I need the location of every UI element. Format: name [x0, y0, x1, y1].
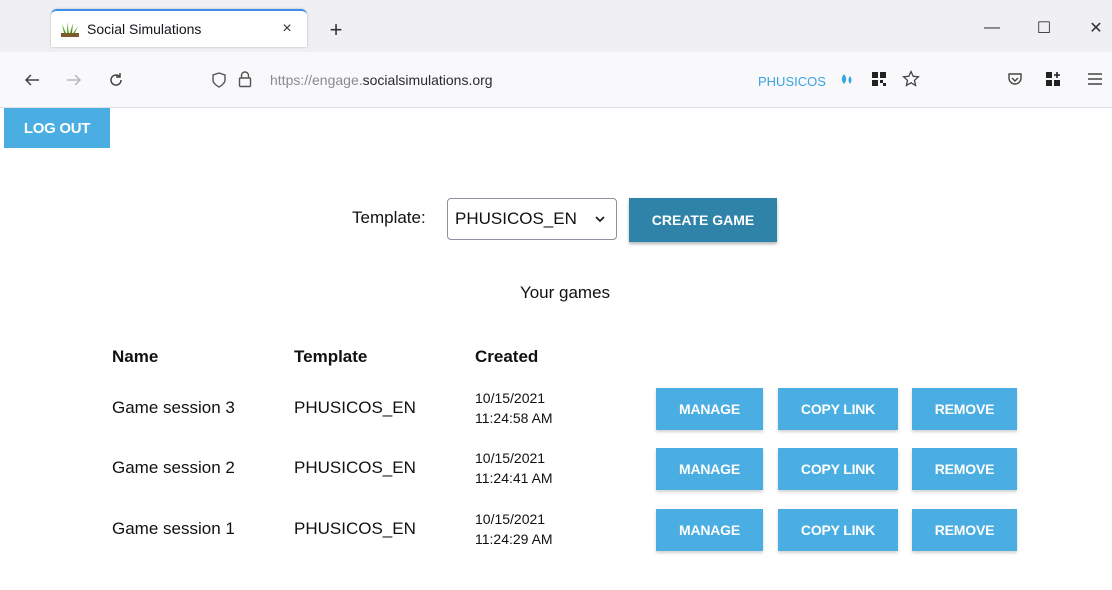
bookmark-star-icon[interactable]: [900, 68, 922, 90]
template-select[interactable]: PHUSICOS_EN: [447, 198, 617, 240]
created-date: 10/15/2021: [475, 390, 546, 406]
menu-icon[interactable]: [1084, 68, 1106, 90]
remove-button[interactable]: REMOVE: [912, 448, 1017, 490]
minimize-icon[interactable]: —: [978, 14, 1006, 42]
copy-link-button[interactable]: COPY LINK: [778, 388, 898, 430]
template-select-value: PHUSICOS_EN: [455, 209, 577, 228]
game-name: Game session 2: [112, 458, 235, 477]
game-name: Game session 1: [112, 519, 235, 538]
browser-tab[interactable]: Social Simulations ×: [51, 9, 307, 47]
droplets-icon[interactable]: [836, 68, 858, 90]
manage-button[interactable]: MANAGE: [656, 448, 763, 490]
game-name: Game session 3: [112, 398, 235, 417]
lock-icon[interactable]: [238, 71, 252, 88]
maximize-icon[interactable]: ☐: [1030, 14, 1058, 42]
grass-favicon-icon: [61, 22, 79, 37]
your-games-heading: Your games: [519, 283, 611, 302]
manage-button[interactable]: MANAGE: [656, 388, 763, 430]
close-window-icon[interactable]: ✕: [1082, 14, 1110, 42]
column-header-template: Template: [294, 347, 368, 366]
reload-icon[interactable]: [104, 68, 128, 92]
column-header-name: Name: [112, 347, 159, 366]
copy-link-button[interactable]: COPY LINK: [778, 509, 898, 551]
game-template: PHUSICOS_EN: [294, 398, 416, 417]
chevron-down-icon: [595, 216, 605, 223]
navigation-bar: https://engage.socialsimulations.org: [0, 52, 1112, 108]
tab-bar: Social Simulations × + — ☐ ✕: [0, 0, 1112, 52]
pocket-icon[interactable]: [1004, 68, 1026, 90]
template-label: Template:: [352, 208, 426, 227]
back-icon[interactable]: [20, 68, 44, 92]
extensions-icon[interactable]: [1042, 68, 1064, 90]
create-game-button[interactable]: CREATE GAME: [629, 198, 777, 242]
tab-title: Social Simulations: [87, 21, 202, 37]
copy-link-button[interactable]: COPY LINK: [778, 448, 898, 490]
game-template: PHUSICOS_EN: [294, 458, 416, 477]
qr-code-icon[interactable]: [868, 68, 890, 90]
column-header-created: Created: [475, 347, 539, 366]
created-time: 11:24:58 AM: [475, 410, 553, 426]
game-created: 10/15/2021 11:24:41 AM: [475, 448, 553, 488]
created-date: 10/15/2021: [475, 511, 546, 527]
remove-button[interactable]: REMOVE: [912, 388, 1017, 430]
shield-icon[interactable]: [212, 72, 226, 88]
created-time: 11:24:29 AM: [475, 531, 553, 547]
created-time: 11:24:41 AM: [475, 470, 553, 486]
game-template: PHUSICOS_EN: [294, 519, 416, 538]
game-created: 10/15/2021 11:24:58 AM: [475, 388, 553, 428]
phusicos-extension-label[interactable]: PHUSICOS: [758, 74, 826, 89]
manage-button[interactable]: MANAGE: [656, 509, 763, 551]
new-tab-icon[interactable]: +: [324, 17, 348, 42]
logout-button[interactable]: LOG OUT: [4, 108, 110, 148]
tab-close-icon[interactable]: ×: [277, 19, 297, 39]
game-created: 10/15/2021 11:24:29 AM: [475, 509, 553, 549]
url-text[interactable]: https://engage.socialsimulations.org: [270, 72, 493, 88]
forward-icon[interactable]: [62, 68, 86, 92]
created-date: 10/15/2021: [475, 450, 546, 466]
remove-button[interactable]: REMOVE: [912, 509, 1017, 551]
